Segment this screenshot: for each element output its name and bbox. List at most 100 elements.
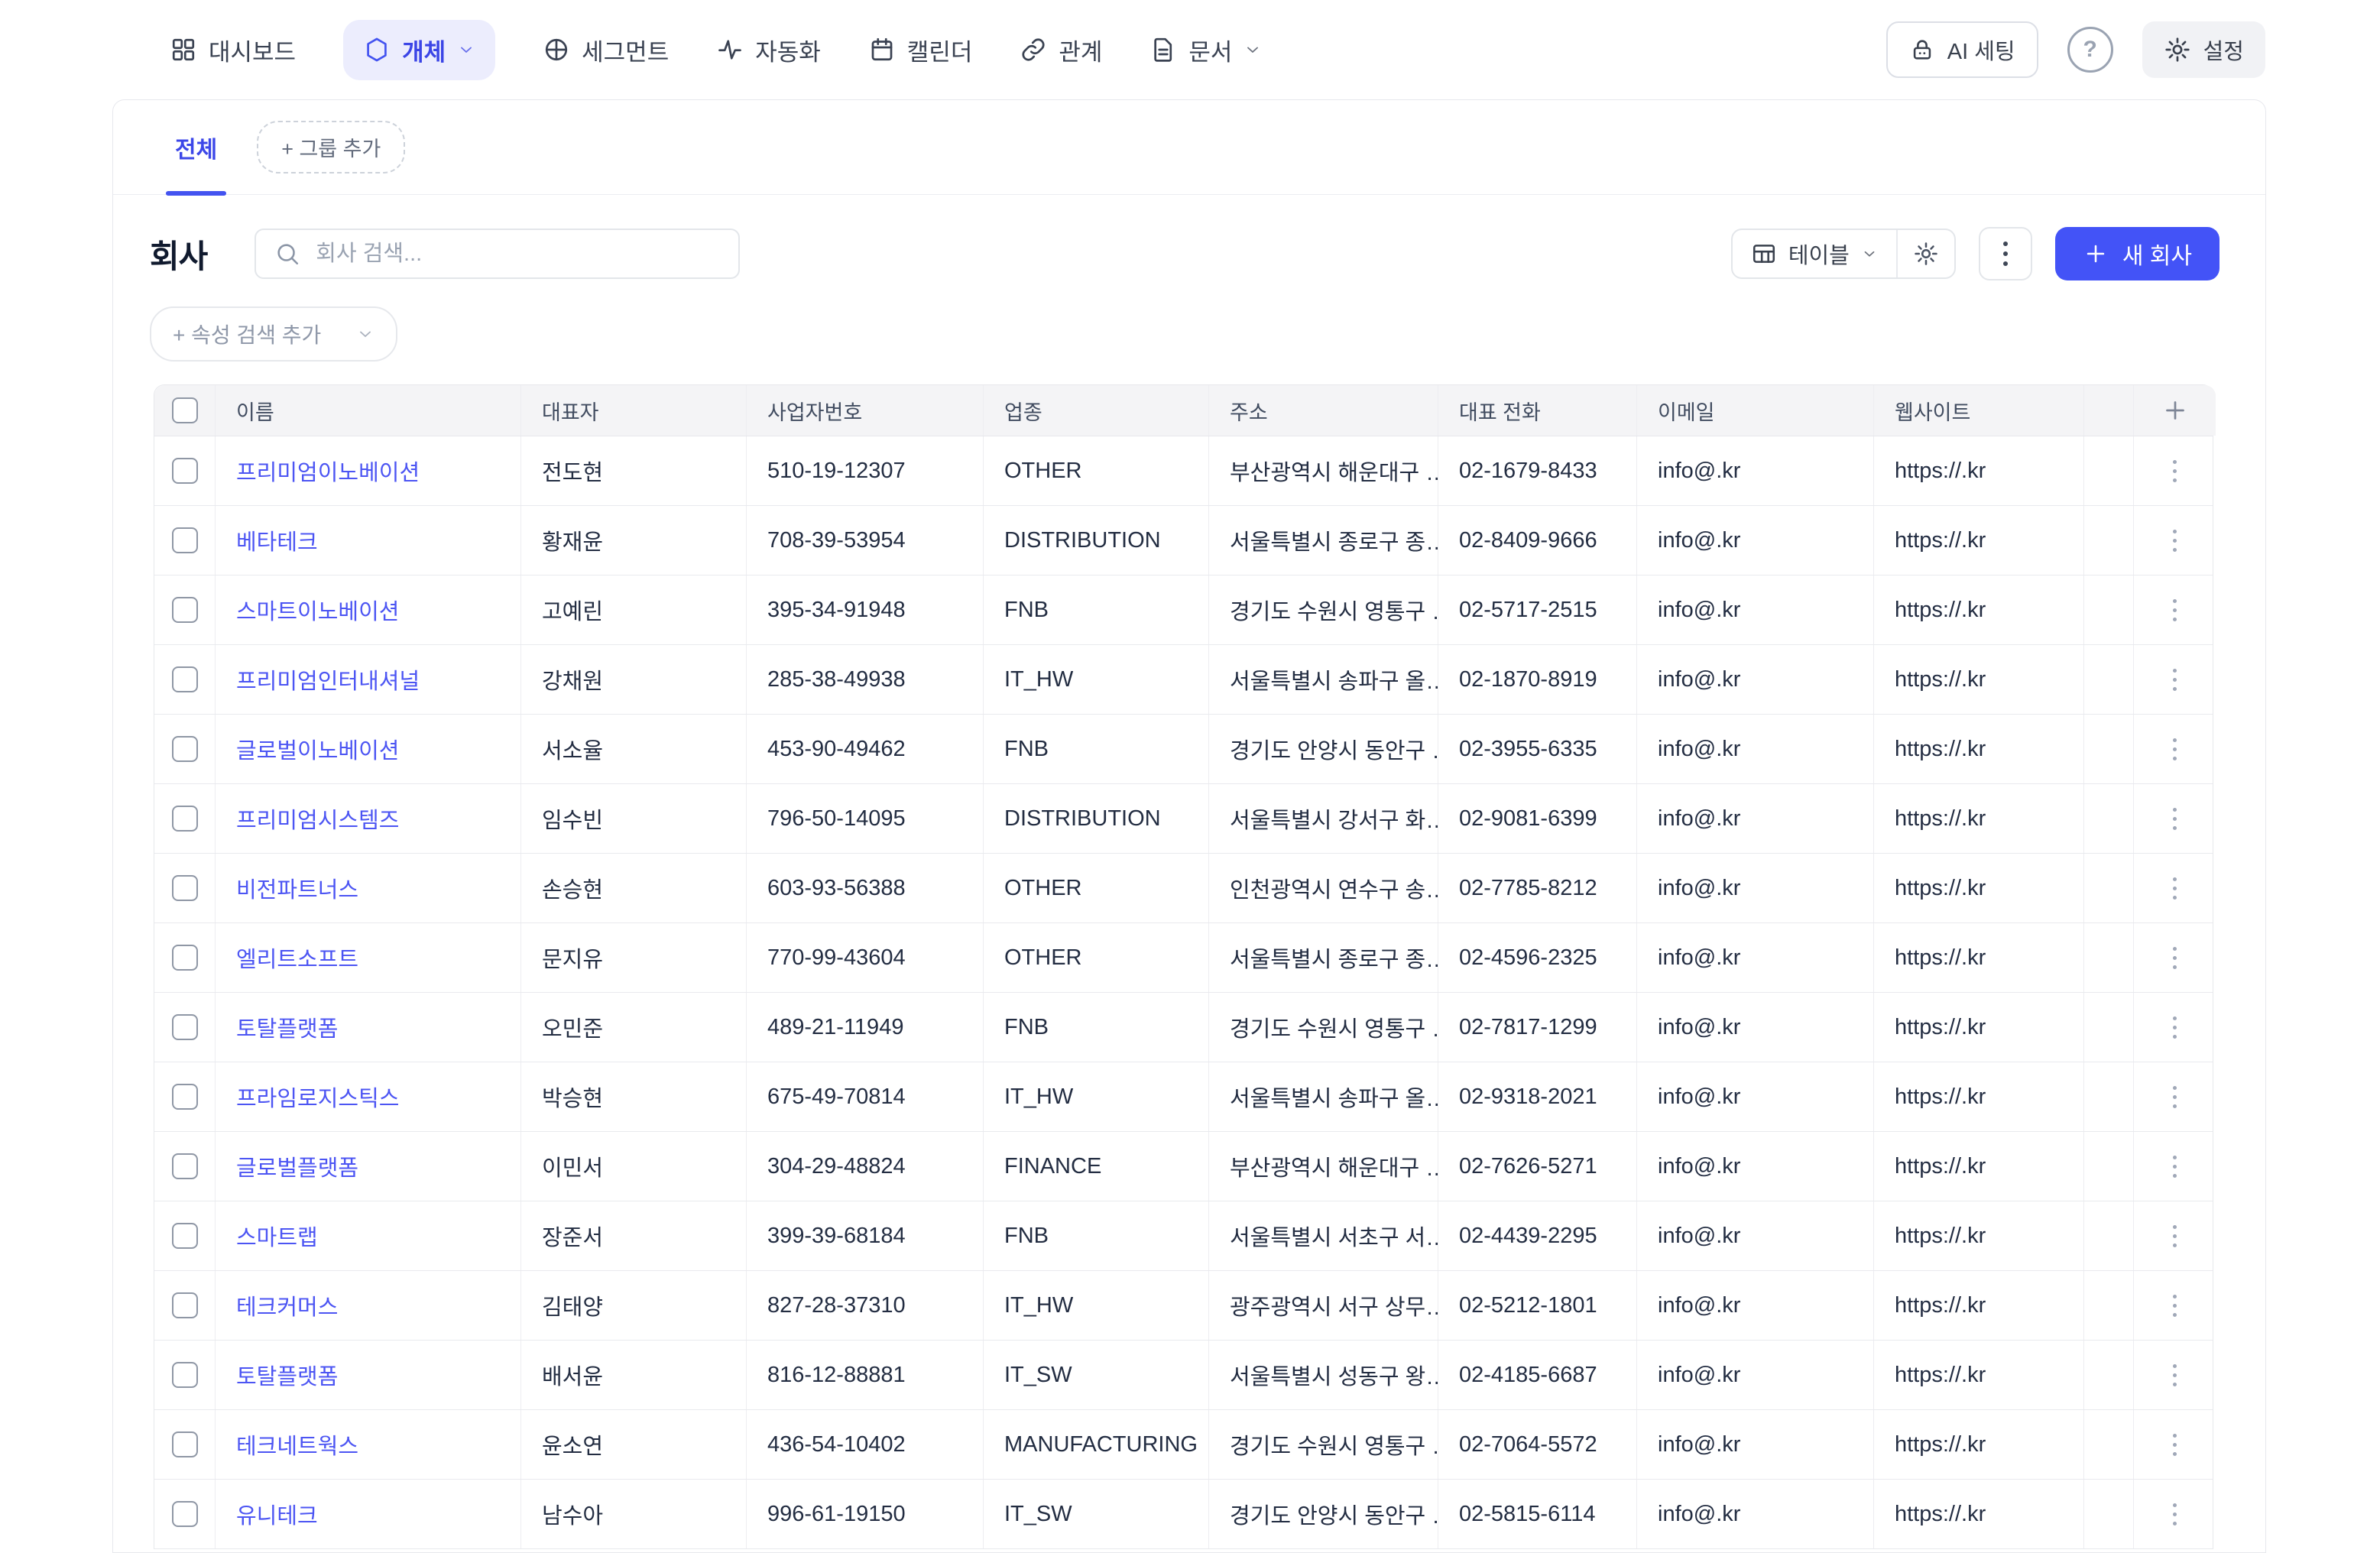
company-name-link[interactable]: 글로벌플랫폼 [236,1150,358,1182]
cell-ceo[interactable]: 고예린 [521,575,747,644]
row-checkbox[interactable] [172,1084,198,1110]
cell-ceo[interactable]: 임수빈 [521,784,747,853]
cell-website[interactable]: https://.kr [1874,1480,2084,1548]
cell-phone[interactable]: 02-4439-2295 [1438,1201,1637,1270]
cell-biz-no[interactable]: 816-12-88881 [747,1341,984,1409]
cell-address[interactable]: 광주광역시 서구 상무… [1209,1271,1438,1340]
row-checkbox[interactable] [172,806,198,832]
new-company-button[interactable]: 새 회사 [2055,227,2219,280]
cell-website[interactable]: https://.kr [1874,645,2084,714]
cell-email[interactable]: info@.kr [1637,645,1874,714]
cell-ceo[interactable]: 강채원 [521,645,747,714]
cell-email[interactable]: info@.kr [1637,1271,1874,1340]
cell-ceo[interactable]: 남수아 [521,1480,747,1548]
company-name-link[interactable]: 스마트이노베이션 [236,594,399,626]
row-checkbox[interactable] [172,875,198,901]
view-table-button[interactable]: 테이블 [1733,230,1896,277]
cell-address[interactable]: 서울특별시 송파구 올… [1209,1062,1438,1131]
cell-phone[interactable]: 02-9318-2021 [1438,1062,1637,1131]
view-settings-button[interactable] [1898,230,1954,277]
cell-website[interactable]: https://.kr [1874,1132,2084,1201]
cell-address[interactable]: 서울특별시 성동구 왕… [1209,1341,1438,1409]
cell-biz-no[interactable]: 827-28-37310 [747,1271,984,1340]
cell-industry[interactable]: IT_HW [984,1271,1209,1340]
company-name-link[interactable]: 프라임로지스틱스 [236,1081,399,1113]
cell-website[interactable]: https://.kr [1874,1201,2084,1270]
cell-email[interactable]: info@.kr [1637,1201,1874,1270]
row-actions-button[interactable] [2134,1410,2216,1479]
row-actions-button[interactable] [2134,1341,2216,1409]
cell-phone[interactable]: 02-5717-2515 [1438,575,1637,644]
row-actions-button[interactable] [2134,575,2216,644]
header-ceo[interactable]: 대표자 [521,385,747,436]
cell-ceo[interactable]: 오민준 [521,993,747,1062]
cell-phone[interactable]: 02-7626-5271 [1438,1132,1637,1201]
row-actions-button[interactable] [2134,784,2216,853]
cell-website[interactable]: https://.kr [1874,923,2084,992]
cell-ceo[interactable]: 장준서 [521,1201,747,1270]
cell-address[interactable]: 인천광역시 연수구 송… [1209,854,1438,922]
row-actions-button[interactable] [2134,854,2216,922]
row-checkbox[interactable] [172,666,198,692]
select-all-checkbox[interactable] [172,397,198,423]
company-search-input[interactable] [314,241,720,267]
row-actions-button[interactable] [2134,1271,2216,1340]
cell-phone[interactable]: 02-1870-8919 [1438,645,1637,714]
cell-biz-no[interactable]: 996-61-19150 [747,1480,984,1548]
nav-item-automation[interactable]: 자동화 [716,33,821,67]
cell-email[interactable]: info@.kr [1637,1480,1874,1548]
row-actions-button[interactable] [2134,506,2216,575]
cell-ceo[interactable]: 배서윤 [521,1341,747,1409]
row-checkbox[interactable] [172,1153,198,1179]
row-actions-button[interactable] [2134,1201,2216,1270]
company-name-link[interactable]: 테크커머스 [236,1289,338,1321]
cell-address[interactable]: 경기도 수원시 영통구 … [1209,1410,1438,1479]
cell-phone[interactable]: 02-8409-9666 [1438,506,1637,575]
cell-address[interactable]: 서울특별시 송파구 올… [1209,645,1438,714]
cell-ceo[interactable]: 손승현 [521,854,747,922]
cell-email[interactable]: info@.kr [1637,1410,1874,1479]
row-actions-button[interactable] [2134,645,2216,714]
cell-biz-no[interactable]: 510-19-12307 [747,436,984,505]
cell-address[interactable]: 경기도 수원시 영통구 … [1209,575,1438,644]
cell-website[interactable]: https://.kr [1874,575,2084,644]
cell-email[interactable]: info@.kr [1637,784,1874,853]
header-address[interactable]: 주소 [1209,385,1438,436]
cell-website[interactable]: https://.kr [1874,1271,2084,1340]
header-phone[interactable]: 대표 전화 [1438,385,1637,436]
cell-biz-no[interactable]: 453-90-49462 [747,715,984,783]
row-checkbox[interactable] [172,736,198,762]
row-actions-button[interactable] [2134,993,2216,1062]
header-industry[interactable]: 업종 [984,385,1209,436]
company-name-link[interactable]: 프리미엄이노베이션 [236,455,420,487]
cell-ceo[interactable]: 윤소연 [521,1410,747,1479]
cell-phone[interactable]: 02-4185-6687 [1438,1341,1637,1409]
company-name-link[interactable]: 베타테크 [236,524,318,556]
cell-industry[interactable]: IT_HW [984,1062,1209,1131]
cell-website[interactable]: https://.kr [1874,993,2084,1062]
company-name-link[interactable]: 테크네트웍스 [236,1428,358,1461]
cell-address[interactable]: 경기도 안양시 동안구 … [1209,1480,1438,1548]
cell-phone[interactable]: 02-4596-2325 [1438,923,1637,992]
cell-biz-no[interactable]: 708-39-53954 [747,506,984,575]
cell-ceo[interactable]: 황재윤 [521,506,747,575]
add-column-button[interactable] [2134,385,2216,436]
cell-address[interactable]: 서울특별시 강서구 화… [1209,784,1438,853]
cell-address[interactable]: 서울특별시 서초구 서… [1209,1201,1438,1270]
row-checkbox[interactable] [172,1501,198,1527]
cell-ceo[interactable]: 전도현 [521,436,747,505]
company-name-link[interactable]: 유니테크 [236,1498,318,1530]
row-actions-button[interactable] [2134,1480,2216,1548]
cell-email[interactable]: info@.kr [1637,1062,1874,1131]
company-name-link[interactable]: 프리미엄시스템즈 [236,802,399,835]
cell-email[interactable]: info@.kr [1637,854,1874,922]
cell-biz-no[interactable]: 395-34-91948 [747,575,984,644]
company-name-link[interactable]: 글로벌이노베이션 [236,733,399,765]
more-options-button[interactable] [1979,227,2032,280]
cell-address[interactable]: 경기도 안양시 동안구 … [1209,715,1438,783]
row-actions-button[interactable] [2134,1062,2216,1131]
cell-email[interactable]: info@.kr [1637,1341,1874,1409]
company-name-link[interactable]: 엘리트소프트 [236,942,358,974]
cell-phone[interactable]: 02-3955-6335 [1438,715,1637,783]
cell-industry[interactable]: IT_SW [984,1480,1209,1548]
